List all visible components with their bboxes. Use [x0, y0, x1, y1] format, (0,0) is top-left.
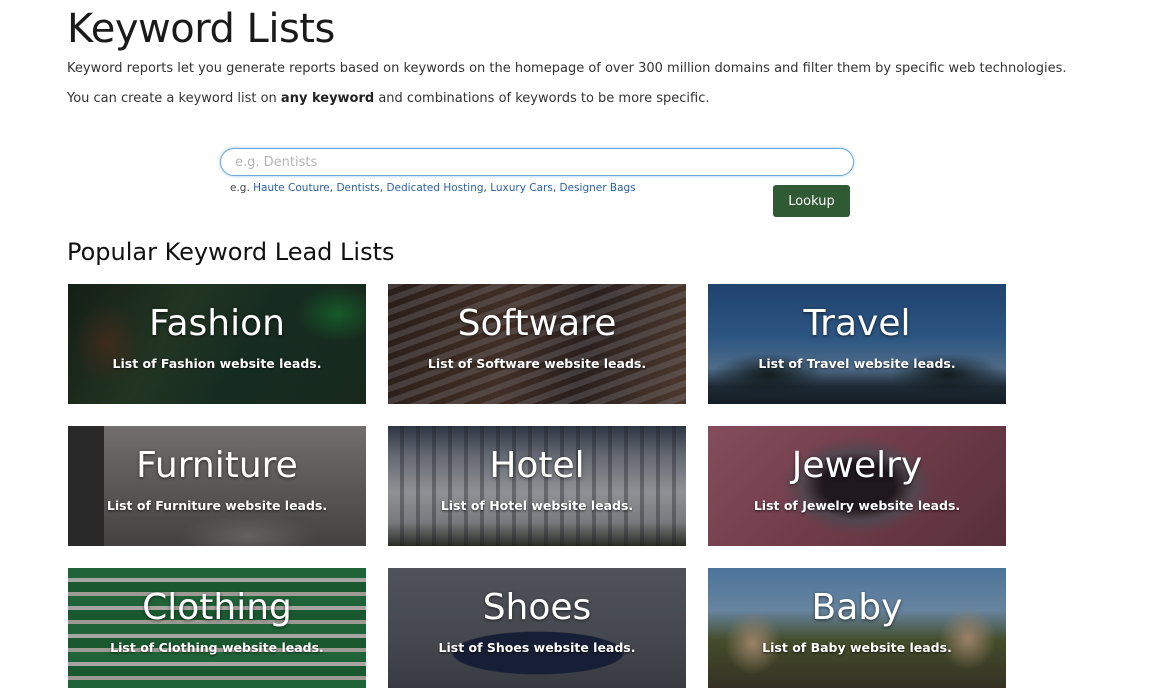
tile-subtitle: List of Furniture website leads.	[106, 498, 328, 513]
example-link-dentists[interactable]: Dentists	[336, 182, 379, 194]
tile-fashion[interactable]: Fashion List of Fashion website leads.	[68, 284, 366, 404]
intro-prefix: You can create a keyword list on	[67, 91, 281, 106]
tile-hotel[interactable]: Hotel List of Hotel website leads.	[388, 426, 686, 546]
tile-title: Shoes	[482, 587, 592, 628]
tile-title: Fashion	[149, 303, 285, 344]
tile-subtitle: List of Shoes website leads.	[438, 640, 636, 655]
intro-text-specific: You can create a keyword list on any key…	[67, 91, 709, 107]
examples-prefix: e.g.	[230, 182, 254, 194]
tile-title: Furniture	[136, 445, 298, 486]
tile-subtitle: List of Hotel website leads.	[440, 498, 634, 513]
tile-title: Travel	[803, 303, 911, 344]
tile-software[interactable]: Software List of Software website leads.	[388, 284, 686, 404]
tile-subtitle: List of Baby website leads.	[762, 640, 952, 655]
intro-emphasis: any keyword	[280, 91, 375, 106]
keyword-search-input[interactable]	[220, 148, 854, 176]
example-link-haute-couture[interactable]: Haute Couture	[253, 182, 330, 194]
tile-subtitle: List of Software website leads.	[427, 356, 647, 371]
keyword-lists-page: Keyword Lists Keyword reports let you ge…	[0, 0, 1159, 697]
tile-furniture[interactable]: Furniture List of Furniture website lead…	[68, 426, 366, 546]
lookup-button[interactable]: Lookup	[773, 185, 850, 217]
tile-subtitle: List of Jewelry website leads.	[753, 498, 961, 513]
tile-title: Software	[457, 303, 617, 344]
page-title: Keyword Lists	[67, 6, 335, 52]
tile-subtitle: List of Clothing website leads.	[110, 640, 324, 655]
intro-text: Keyword reports let you generate reports…	[67, 61, 1067, 76]
tile-jewelry[interactable]: Jewelry List of Jewelry website leads.	[708, 426, 1006, 546]
tile-title: Baby	[811, 587, 903, 628]
tile-subtitle: List of Fashion website leads.	[112, 356, 322, 371]
example-link-luxury-cars[interactable]: Luxury Cars	[490, 182, 553, 194]
tile-shoes[interactable]: Shoes List of Shoes website leads.	[388, 568, 686, 688]
tile-clothing[interactable]: Clothing List of Clothing website leads.	[68, 568, 366, 688]
search-examples: e.g. Haute Couture, Dentists, Dedicated …	[230, 181, 636, 195]
tile-subtitle: List of Travel website leads.	[758, 356, 956, 371]
example-link-designer-bags[interactable]: Designer Bags	[560, 182, 636, 194]
tile-travel[interactable]: Travel List of Travel website leads.	[708, 284, 1006, 404]
popular-lists-heading: Popular Keyword Lead Lists	[67, 238, 395, 266]
tile-title: Hotel	[489, 445, 585, 486]
tile-baby[interactable]: Baby List of Baby website leads.	[708, 568, 1006, 688]
intro-suffix: and combinations of keywords to be more …	[374, 91, 710, 106]
tile-title: Clothing	[142, 587, 292, 628]
examples-separator: ,	[552, 182, 560, 194]
tile-title: Jewelry	[791, 445, 923, 486]
example-link-dedicated-hosting[interactable]: Dedicated Hosting	[386, 182, 483, 194]
